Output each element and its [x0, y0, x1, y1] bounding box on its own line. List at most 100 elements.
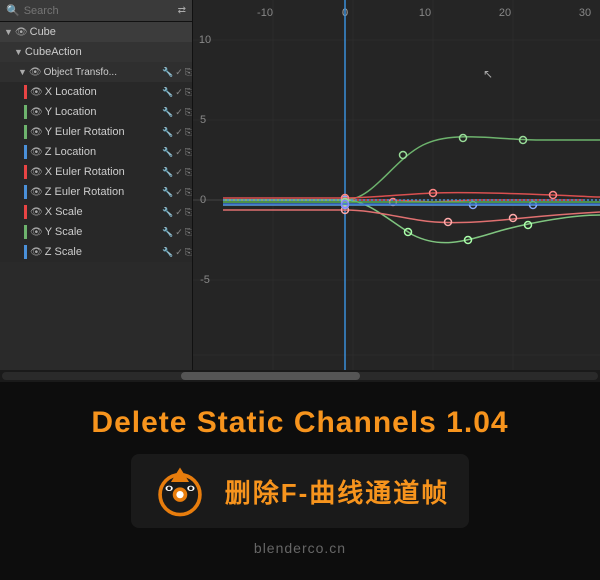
svg-text:20: 20: [499, 7, 511, 19]
channel-item-z-location[interactable]: 👁 Z Location 🔧 ✓ ⎘: [0, 142, 192, 162]
channel-label-x-location: X Location: [45, 86, 162, 98]
blender-logo: [151, 462, 209, 520]
wrench-icon-zscale: 🔧: [162, 247, 173, 258]
promo-url: blenderco.cn: [254, 540, 346, 556]
svg-text:10: 10: [199, 34, 211, 46]
svg-text:0: 0: [200, 194, 206, 206]
copy-icon-yloc: ⎘: [185, 107, 192, 118]
channel-item-y-scale[interactable]: 👁 Y Scale 🔧 ✓ ⎘: [0, 222, 192, 242]
svg-text:30: 30: [579, 7, 591, 19]
channel-label-cube: Cube: [30, 26, 192, 38]
svg-text:↖: ↖: [483, 67, 493, 81]
arrow-icon: ⇄: [178, 5, 186, 16]
check-icon-xeuler: ✓: [175, 167, 183, 178]
eye-icon-xscale: 👁: [30, 207, 43, 218]
channel-item-y-location[interactable]: 👁 Y Location 🔧 ✓ ⎘: [0, 102, 192, 122]
channel-list: ▼ 👁 Cube ▼ CubeAction ▼ 👁 Object Transfo…: [0, 22, 192, 370]
copy-icon-xeuler: ⎘: [185, 167, 192, 178]
color-bar-y-euler: [24, 125, 27, 139]
channel-label-x-euler: X Euler Rotation: [45, 166, 162, 178]
search-bar[interactable]: 🔍 ⇄: [0, 0, 192, 22]
channel-item-x-location[interactable]: 👁 X Location 🔧 ✓ ⎘: [0, 82, 192, 102]
channel-label-y-location: Y Location: [45, 106, 162, 118]
wrench-icon-xloc: 🔧: [162, 87, 173, 98]
wrench-icon-yeuler: 🔧: [162, 127, 173, 138]
search-input[interactable]: [24, 5, 178, 17]
channel-label-transform: Object Transfo...: [44, 67, 162, 78]
channel-item-cube-action[interactable]: ▼ CubeAction: [0, 42, 192, 62]
promo-section: Delete Static Channels 1.04 删除F-曲线通道帧 bl…: [0, 382, 600, 580]
search-icon: 🔍: [6, 4, 20, 17]
channel-label-z-location: Z Location: [45, 146, 162, 158]
check-icon-zloc: ✓: [175, 147, 183, 158]
promo-badge: 删除F-曲线通道帧: [131, 454, 470, 528]
color-bar-z-scale: [24, 245, 27, 259]
graph-canvas: -10 0 10 20 30 10 5 0 -5 ↖: [193, 0, 600, 370]
color-bar-z-location: [24, 145, 27, 159]
eye-icon-yeuler: 👁: [30, 127, 43, 138]
eye-icon-zloc: 👁: [30, 147, 43, 158]
scrollbar-area[interactable]: [0, 370, 600, 382]
check-icon-yeuler: ✓: [175, 127, 183, 138]
copy-icon-xloc: ⎘: [185, 87, 192, 98]
scrollbar-track[interactable]: [2, 372, 598, 380]
copy-icon: ⎘: [185, 67, 192, 78]
channel-item-x-scale[interactable]: 👁 X Scale 🔧 ✓ ⎘: [0, 202, 192, 222]
check-icon-xscale: ✓: [175, 207, 183, 218]
copy-icon-yscale: ⎘: [185, 227, 192, 238]
color-bar-x-location: [24, 85, 27, 99]
scrollbar-thumb[interactable]: [181, 372, 360, 380]
copy-icon-yeuler: ⎘: [185, 127, 192, 138]
check-icon-zscale: ✓: [175, 247, 183, 258]
color-bar-x-euler: [24, 165, 27, 179]
wrench-icon-xeuler: 🔧: [162, 167, 173, 178]
channel-label-y-euler: Y Euler Rotation: [45, 126, 162, 138]
channel-item-obj-transform[interactable]: ▼ 👁 Object Transfo... 🔧 ✓ ⎘: [0, 62, 192, 82]
check-icon-yscale: ✓: [175, 227, 183, 238]
eye-icon-yloc: 👁: [30, 107, 43, 118]
channel-label-y-scale: Y Scale: [45, 226, 162, 238]
channel-label-x-scale: X Scale: [45, 206, 162, 218]
svg-text:-10: -10: [257, 7, 273, 19]
eye-icon-yscale: 👁: [30, 227, 43, 238]
blender-editor: 🔍 ⇄ ▼ 👁 Cube ▼ CubeAction ▼ 👁 Object Tra…: [0, 0, 600, 370]
svg-text:-5: -5: [200, 274, 210, 286]
graph-area[interactable]: -10 0 10 20 30 10 5 0 -5 ↖: [193, 0, 600, 370]
wrench-icon-yscale: 🔧: [162, 227, 173, 238]
channel-item-z-euler[interactable]: 👁 Z Euler Rotation 🔧 ✓ ⎘: [0, 182, 192, 202]
collapse-icon: ▼: [4, 27, 13, 37]
eye-icon: 👁: [15, 27, 28, 38]
color-bar-y-location: [24, 105, 27, 119]
wrench-icon-yloc: 🔧: [162, 107, 173, 118]
color-bar-z-euler: [24, 185, 27, 199]
copy-icon-xscale: ⎘: [185, 207, 192, 218]
eye-icon-zscale: 👁: [30, 247, 43, 258]
svg-text:5: 5: [200, 114, 206, 126]
check-icon-yloc: ✓: [175, 107, 183, 118]
channel-item-y-euler[interactable]: 👁 Y Euler Rotation 🔧 ✓ ⎘: [0, 122, 192, 142]
channel-panel: 🔍 ⇄ ▼ 👁 Cube ▼ CubeAction ▼ 👁 Object Tra…: [0, 0, 193, 370]
check-icon: ✓: [175, 67, 183, 78]
copy-icon-zloc: ⎘: [185, 147, 192, 158]
channel-item-z-scale[interactable]: 👁 Z Scale 🔧 ✓ ⎘: [0, 242, 192, 262]
eye-icon-zeuler: 👁: [30, 187, 43, 198]
wrench-icon: 🔧: [162, 67, 173, 78]
promo-title: Delete Static Channels 1.04: [91, 406, 508, 440]
svg-text:10: 10: [419, 7, 431, 19]
eye-icon-transform: 👁: [29, 67, 42, 78]
eye-icon-xloc: 👁: [30, 87, 43, 98]
copy-icon-zeuler: ⎘: [185, 187, 192, 198]
wrench-icon-zeuler: 🔧: [162, 187, 173, 198]
wrench-icon-xscale: 🔧: [162, 207, 173, 218]
wrench-icon-zloc: 🔧: [162, 147, 173, 158]
channel-label-z-euler: Z Euler Rotation: [45, 186, 162, 198]
eye-icon-xeuler: 👁: [30, 167, 43, 178]
channel-item-x-euler[interactable]: 👁 X Euler Rotation 🔧 ✓ ⎘: [0, 162, 192, 182]
check-icon-zeuler: ✓: [175, 187, 183, 198]
channel-label-cubeaction: CubeAction: [25, 46, 192, 58]
color-bar-y-scale: [24, 225, 27, 239]
channel-item-cube[interactable]: ▼ 👁 Cube: [0, 22, 192, 42]
check-icon-xloc: ✓: [175, 87, 183, 98]
copy-icon-zscale: ⎘: [185, 247, 192, 258]
promo-chinese-text: 删除F-曲线通道帧: [225, 473, 450, 510]
